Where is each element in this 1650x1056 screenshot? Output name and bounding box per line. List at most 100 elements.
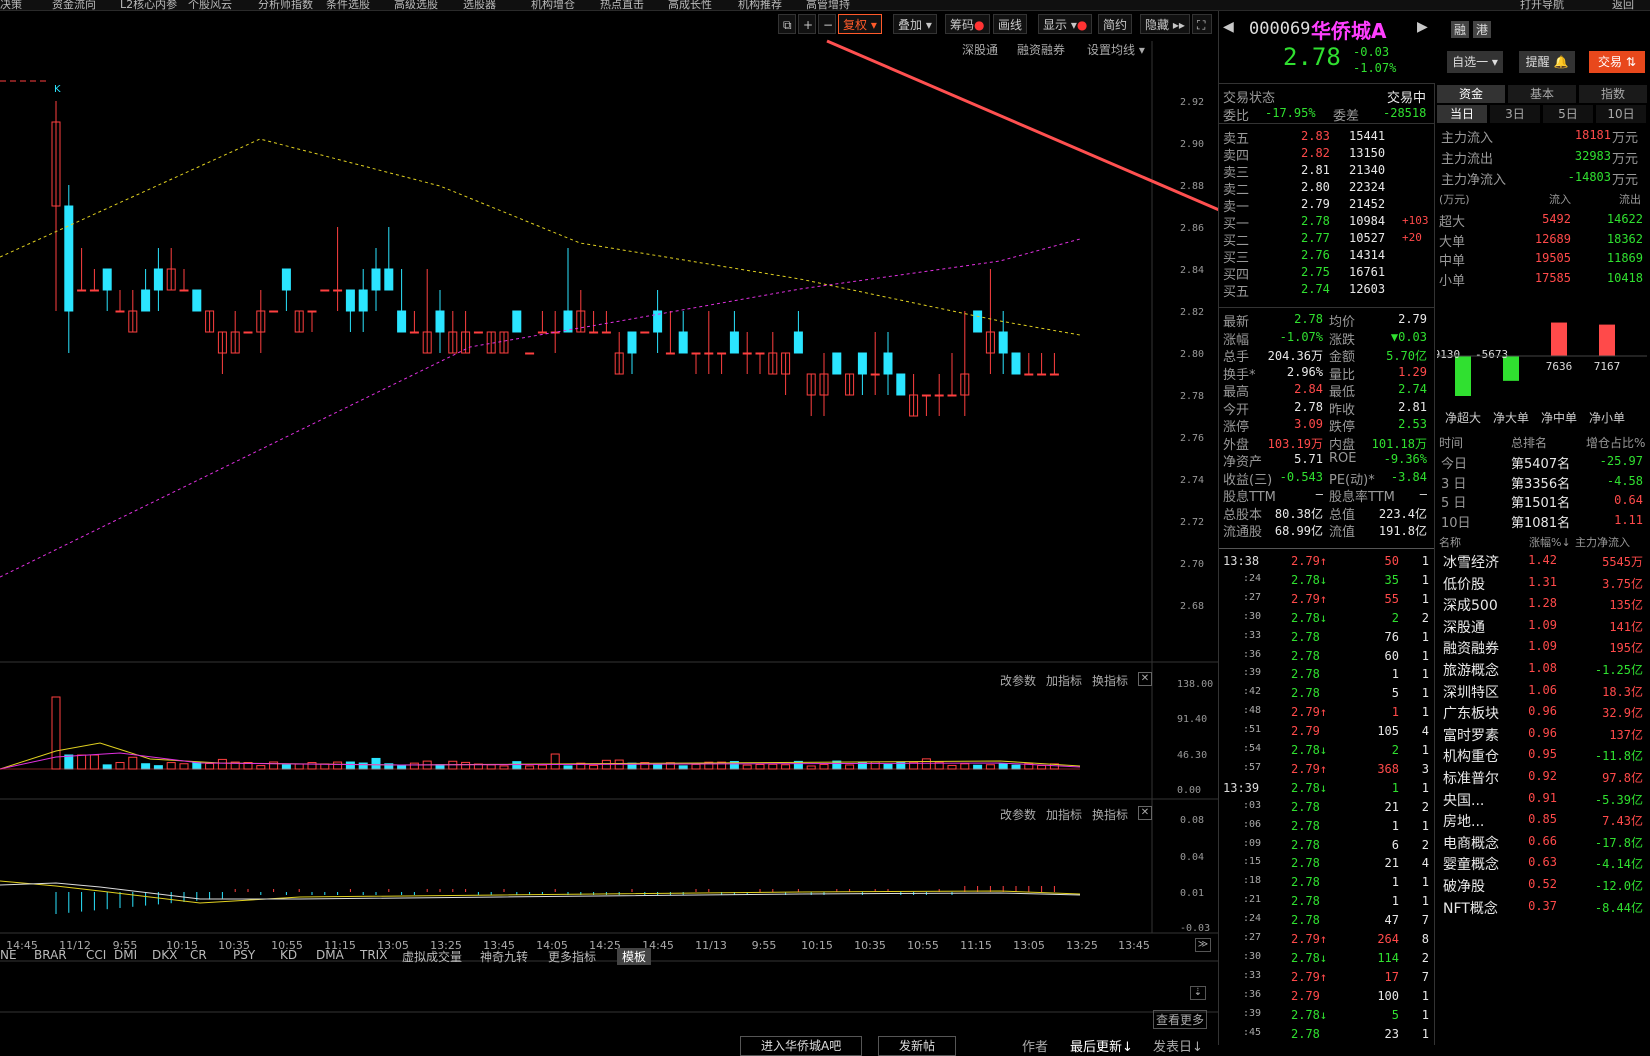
indicator-tab[interactable]: DMA bbox=[316, 948, 344, 962]
price-axis-label: 2.82 bbox=[1180, 307, 1204, 318]
sector-flow: -1.25亿 bbox=[1594, 663, 1643, 677]
top-menu-item[interactable]: 条件选股 bbox=[326, 0, 370, 10]
next-stock-icon[interactable]: ▶ bbox=[1417, 19, 1428, 35]
fund-tab[interactable]: 基本 bbox=[1508, 85, 1576, 103]
bid-label: 买五 bbox=[1223, 285, 1250, 300]
sector-name[interactable]: 低价股 bbox=[1443, 574, 1485, 594]
top-menu-item[interactable]: 高管增持 bbox=[806, 0, 850, 10]
net-flow-label: 净超大 bbox=[1445, 410, 1481, 425]
sector-name[interactable]: 央国... bbox=[1443, 790, 1484, 810]
indicator-tab[interactable]: 神奇九转 bbox=[480, 948, 528, 965]
top-menu-item[interactable]: 分析师指数 bbox=[258, 0, 313, 10]
tixing-button[interactable]: 提醒 🔔 bbox=[1519, 51, 1575, 73]
view-more-link[interactable]: 查看更多 bbox=[1153, 1010, 1208, 1029]
new-post-button[interactable]: 发新帖 bbox=[878, 1036, 957, 1056]
tick-time: :39 bbox=[1243, 667, 1262, 679]
rong-badge[interactable]: 融 bbox=[1451, 21, 1470, 38]
last-update-column[interactable]: 最后更新↓ bbox=[1070, 1036, 1133, 1055]
top-menu-item[interactable]: 热点直击 bbox=[600, 0, 644, 10]
candlestick-chart[interactable]: 2.92 2.90 2.88 2.86 2.84 2.82 2.80 2.78 2.76 2.74… bbox=[0, 11, 1218, 1045]
top-menu-item[interactable]: 返回 bbox=[1612, 0, 1634, 10]
quote-value: 3.09 bbox=[1294, 417, 1323, 431]
indicator-tab[interactable]: CCI bbox=[86, 948, 106, 962]
sector-name[interactable]: 冰雪经济 bbox=[1443, 552, 1499, 572]
sector-name[interactable]: 电商概念 bbox=[1443, 833, 1499, 853]
ind-add-link[interactable]: 加指标 bbox=[1046, 806, 1082, 823]
expand-icon[interactable]: ⇣ bbox=[1190, 986, 1206, 1000]
vol-close-icon[interactable]: ✕ bbox=[1138, 672, 1152, 686]
indicator-tab[interactable]: DMI bbox=[114, 948, 137, 962]
prev-stock-icon[interactable]: ◀ bbox=[1223, 19, 1234, 35]
volume-bar bbox=[281, 764, 291, 770]
volume-bar bbox=[64, 754, 74, 770]
zixuan-button[interactable]: 自选一 ▾ bbox=[1447, 51, 1503, 73]
sector-pct: 0.37 bbox=[1528, 898, 1557, 913]
fund-tab[interactable]: 资金 bbox=[1437, 85, 1505, 103]
sector-name[interactable]: 旅游概念 bbox=[1443, 660, 1499, 680]
vol-add-link[interactable]: 加指标 bbox=[1046, 672, 1082, 689]
tick-count: 7 bbox=[1421, 913, 1429, 928]
sector-name[interactable]: 婴童概念 bbox=[1443, 854, 1499, 874]
ind-change-link[interactable]: 换指标 bbox=[1092, 806, 1128, 823]
author-column[interactable]: 作者 bbox=[1022, 1036, 1048, 1055]
top-menu-item[interactable]: 机构推荐 bbox=[738, 0, 782, 10]
sector-name[interactable]: 深成500 bbox=[1443, 595, 1498, 615]
indicator-tab[interactable]: PSY bbox=[233, 948, 255, 962]
sector-pct: 1.08 bbox=[1528, 661, 1557, 675]
sector-pct: 1.09 bbox=[1528, 639, 1557, 654]
gang-badge[interactable]: 港 bbox=[1473, 21, 1492, 38]
candle-body bbox=[640, 331, 650, 334]
sector-name[interactable]: 融资融券 bbox=[1443, 638, 1499, 658]
sector-name[interactable]: 富时罗素 bbox=[1443, 725, 1499, 745]
sector-name[interactable]: 房地... bbox=[1443, 811, 1484, 831]
forum-link[interactable]: 进入华侨城A吧 bbox=[740, 1036, 863, 1056]
vol-change-link[interactable]: 换指标 bbox=[1092, 672, 1128, 689]
publish-date-column[interactable]: 发表日↓ bbox=[1153, 1036, 1203, 1055]
scroll-right-icon[interactable]: ≫ bbox=[1195, 938, 1211, 952]
sector-name[interactable]: 深圳特区 bbox=[1443, 682, 1499, 702]
indicator-tab[interactable]: 虚拟成交量 bbox=[402, 948, 462, 965]
indicator-tab[interactable]: KD bbox=[280, 948, 297, 962]
sector-name[interactable]: NFT概念 bbox=[1443, 898, 1498, 918]
sector-name[interactable]: 广东板块 bbox=[1443, 703, 1499, 723]
time-axis-label: 11:15 bbox=[960, 939, 992, 952]
jiaoyi-button[interactable]: 交易 ⇅ bbox=[1589, 51, 1645, 73]
quote-value: 1.29 bbox=[1398, 364, 1427, 379]
sector-name[interactable]: 深股通 bbox=[1443, 617, 1485, 637]
sector-name[interactable]: 破净股 bbox=[1443, 876, 1485, 896]
net-flow-label: 净大单 bbox=[1493, 411, 1529, 425]
top-menu-item[interactable]: 选股器 bbox=[463, 0, 496, 10]
ind-param-link[interactable]: 改参数 bbox=[1000, 806, 1036, 823]
indicator-tab[interactable]: CR bbox=[190, 948, 207, 962]
indicator-tab[interactable]: 模板 bbox=[617, 948, 652, 965]
indicator-tab[interactable]: NE bbox=[0, 948, 17, 962]
period-tab[interactable]: 5日 bbox=[1543, 105, 1593, 123]
top-menu-item[interactable]: 高级选股 bbox=[394, 0, 438, 10]
top-menu-item[interactable]: 资金流向 bbox=[52, 0, 96, 10]
top-menu-item[interactable]: 个股风云 bbox=[188, 0, 232, 10]
indicator-tab[interactable]: BRAR bbox=[34, 948, 67, 962]
bid-price: 2.77 bbox=[1301, 231, 1330, 245]
indicator-tab[interactable]: DKX bbox=[152, 948, 177, 962]
sector-name[interactable]: 标准普尔 bbox=[1443, 768, 1499, 788]
sector-name[interactable]: 机构重仓 bbox=[1443, 746, 1499, 766]
tick-count: 1 bbox=[1421, 780, 1429, 795]
candle-body bbox=[141, 289, 151, 312]
top-menu-item[interactable]: 决策 bbox=[0, 0, 22, 10]
ask-volume: 13150 bbox=[1349, 146, 1386, 160]
top-menu-item[interactable]: 打开导航 bbox=[1520, 0, 1564, 10]
bid-volume: 14314 bbox=[1349, 248, 1386, 262]
period-tab[interactable]: 10日 bbox=[1596, 105, 1646, 123]
volume-bar bbox=[525, 765, 535, 770]
vol-param-link[interactable]: 改参数 bbox=[1000, 672, 1036, 689]
rank-period: 10日 bbox=[1441, 515, 1471, 531]
top-menu-item[interactable]: 高成长性 bbox=[668, 0, 712, 10]
indicator-tab[interactable]: TRIX bbox=[360, 948, 387, 962]
ind-close-icon[interactable]: ✕ bbox=[1138, 806, 1152, 820]
top-menu-item[interactable]: 机构增仓 bbox=[531, 0, 575, 10]
period-tab[interactable]: 当日 bbox=[1437, 105, 1487, 123]
fund-tab[interactable]: 指数 bbox=[1579, 85, 1647, 103]
top-menu-item[interactable]: L2核心内参 bbox=[120, 0, 177, 10]
indicator-tab[interactable]: 更多指标 bbox=[548, 948, 596, 965]
period-tab[interactable]: 3日 bbox=[1490, 105, 1540, 123]
